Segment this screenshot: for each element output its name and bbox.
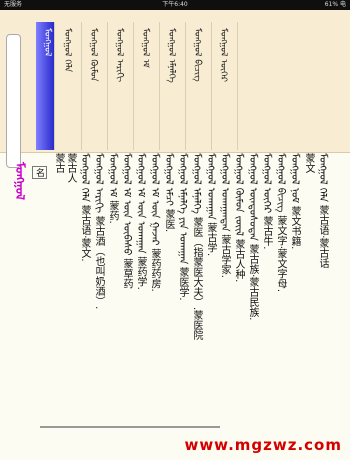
word-list-item[interactable]: ᠮᠣᠩᠭᠣᠯ ᠡᠮᠨᠡᠯᠭᠡ (160, 22, 186, 150)
word-list-item[interactable]: ᠮᠣᠩᠭᠣᠯ ᠪᠢᠴᠢᠭ (186, 22, 212, 150)
word-label: ᠮᠣᠩᠭᠣᠯ ᠬᠦᠮᠦᠨ (88, 28, 98, 82)
word-label: ᠮᠣᠩᠭᠣᠯ ᠬᠡᠯᠡ (62, 28, 72, 73)
definition-line: ᠮᠣᠩᠭᠣᠯ ᠠᠷᠢᠬᠢ 蒙古酒（也叫奶酒）. (93, 153, 104, 310)
horizontal-scrollbar[interactable] (40, 426, 220, 428)
word-label: ᠮᠣᠩᠭᠣᠯ (42, 28, 52, 57)
word-list-item[interactable]: ᠮᠣᠩᠭᠣᠯ ᠬᠡᠯᠡ (56, 22, 82, 150)
word-list-item[interactable]: ᠮᠣᠩᠭᠣᠯ ᠬᠦᠮᠦᠨ (82, 22, 108, 150)
definition-line: ᠮᠣᠩᠭᠣᠯ ᠪᠢᠴᠢᠭ 蒙文字·蒙文字母. (275, 153, 286, 293)
word-label: ᠮᠣᠩᠭᠣᠯ ᠡᠮ (140, 28, 150, 68)
definition-area: 蒙古 蒙古人 ᠮᠣᠩᠭᠣᠯ ᠬᠡᠯᠡ 蒙古语·蒙文. ᠮᠣᠩᠭᠣᠯ ᠠᠷᠢᠬᠢ … (0, 153, 350, 423)
definition-line: ᠮᠣᠩᠭᠣᠯ ᠡᠮ ᠦᠨ ᠦᠪᠡᠰᠦ 蒙草药 (121, 153, 132, 289)
definition-line: ᠮᠣᠩᠭᠣᠯ ᠦᠨᠳᠦᠰᠦᠲᠡᠨ 蒙古族·蒙古民族. (247, 153, 258, 321)
definition-line: ᠮᠣᠩᠭᠣᠯ ᠡᠮᠨᠡᠯᠭᠡ 蒙医（指蒙医大夫）.蒙医院 (191, 153, 202, 341)
word-list-item[interactable]: ᠮᠣᠩᠭᠣᠯ ᠡᠮ (134, 22, 160, 150)
definition-line: ᠮᠣᠩᠭᠣᠯ ᠡᠮ ᠦᠨ ᠤᠬᠠᠭᠠᠨ 蒙药学. (135, 153, 146, 290)
definition-line: ᠮᠣᠩᠭᠣᠯ ᠬᠦᠮᠦᠨ ᠵᠦᠢᠯ 蒙古人种. (233, 153, 244, 283)
word-list-item-selected[interactable]: ᠮᠣᠩᠭᠣᠯ (36, 22, 55, 150)
definition-line: ᠮᠣᠩᠭᠣᠯ ᠬᠡᠯᠡ 蒙古语·蒙文. (79, 153, 90, 262)
definition-line: 蒙文 (303, 153, 314, 173)
definition-line: ᠮᠣᠩᠭᠣᠯ ᠡᠮ ᠦᠨ ᠭᠠᠵᠠᠷ 蒙药药房. (149, 153, 160, 292)
word-label: ᠮᠣᠩᠭᠣᠯ ᠡᠮᠨᠡᠯᠭᠡ (166, 28, 176, 83)
clock: 下午6:40 (162, 1, 188, 8)
definition-line: ᠮᠣᠩᠭᠣᠯ ᠦᠬᠡᠷ 蒙古牛. (261, 153, 272, 250)
word-list-panel: ᠮᠣᠩᠭᠣᠯ ᠮᠣᠩᠭᠣᠯ ᠬᠡᠯᠡ ᠮᠣᠩᠭᠣᠯ ᠬᠦᠮᠦᠨ ᠮᠣᠩᠭᠣᠯ ᠠ… (0, 10, 350, 168)
battery-indicator: 61% 电 (324, 1, 346, 8)
definition-line: ᠮᠣᠩᠭᠣᠯ ᠡᠮᠨᠡᠯᠭᠡ ᠶᠢᠨ ᠤᠬᠠᠭᠠᠨ 蒙医学. (177, 153, 188, 301)
word-list-item[interactable]: ᠮᠣᠩᠭᠣᠯ ᠦᠬᠡᠷ (212, 22, 238, 150)
status-bar: 无服务 下午6:40 61% 电 (0, 0, 350, 10)
definition-line: ᠮᠣᠩᠭᠣᠯ ᠤᠬᠠᠭᠠᠨᠲᠠᠨ 蒙古学家. (219, 153, 230, 278)
word-label: ᠮᠣᠩᠭᠣᠯ ᠪᠢᠴᠢᠭ (192, 28, 202, 82)
word-label: ᠮᠣᠩᠭᠣᠯ ᠦᠬᠡᠷ (218, 28, 228, 83)
word-list-item[interactable]: ᠮᠣᠩᠭᠣᠯ ᠠᠷᠢᠬᠢ (108, 22, 134, 150)
definition-line: ᠮᠣᠩᠭᠣᠯ ᠨᠣᠮ 蒙文书籍. (289, 153, 300, 250)
word-label: ᠮᠣᠩᠭᠣᠯ ᠠᠷᠢᠬᠢ (114, 28, 124, 83)
definition-line: ᠮᠣᠩᠭᠣᠯ ᠡᠮᠴᠢ 蒙医. (163, 153, 174, 233)
definition-line: 蒙古人 (65, 153, 76, 183)
watermark: www.mgzwz.com (184, 436, 342, 454)
definition-line: ᠮᠣᠩᠭᠣᠯ ᠤᠬᠠᠭᠠᠨ 蒙古学. (205, 153, 216, 257)
search-input[interactable] (6, 34, 21, 168)
definition-line: ᠮᠣᠩᠭᠣᠯ ᠡᠮ 蒙药. (107, 153, 118, 224)
definition-line: 蒙古 (53, 153, 64, 173)
definition-line: ᠮᠣᠩᠭᠣᠯ ᠬᠡᠯᠡ 蒙古语·蒙古话 (317, 153, 328, 269)
